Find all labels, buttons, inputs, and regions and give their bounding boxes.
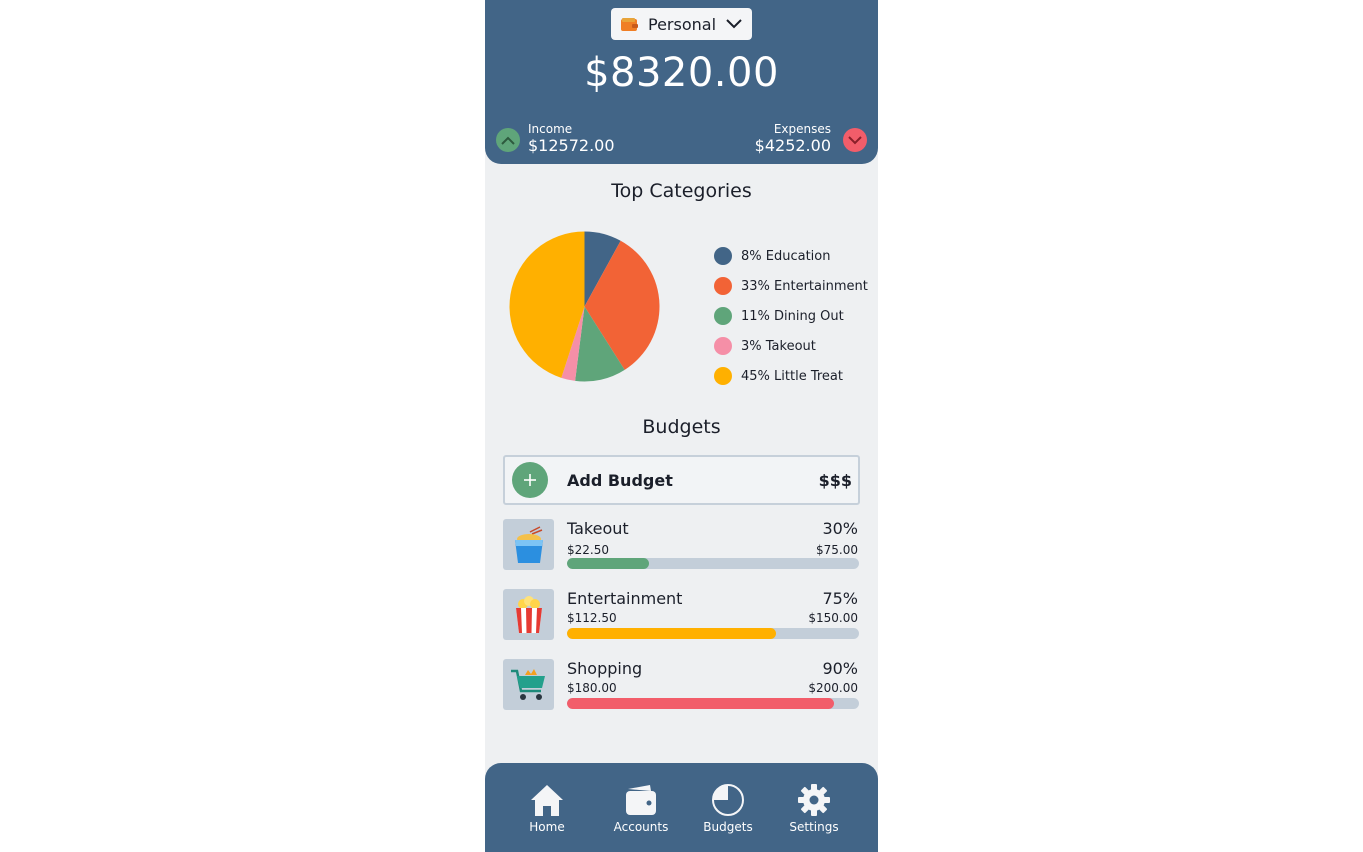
budget-spent: $22.50 (567, 543, 609, 557)
expenses-label: Expenses (773, 122, 831, 136)
budget-progress-bar (567, 698, 859, 709)
budget-progress-fill (567, 628, 776, 639)
budget-spent: $180.00 (567, 681, 617, 695)
nav-item-settings[interactable]: Settings (774, 783, 854, 834)
expenses-arrow-down-icon (843, 128, 867, 152)
shopping-cart-icon (503, 659, 554, 710)
income-arrow-up-icon (496, 128, 520, 152)
app-screen: Personal $8320.00 Income $12572.00 Expen… (485, 0, 878, 852)
budget-percent: 90% (822, 659, 858, 678)
budget-total: $150.00 (808, 611, 858, 625)
budget-name: Entertainment (567, 589, 683, 608)
noodle-box-icon (503, 519, 554, 570)
legend-item: 3% Takeout (714, 331, 868, 361)
account-name: Personal (648, 14, 717, 34)
budget-spent: $112.50 (567, 611, 617, 625)
nav-item-accounts[interactable]: Accounts (601, 783, 681, 834)
legend-label: 33% Entertainment (741, 278, 868, 294)
budget-total: $200.00 (808, 681, 858, 695)
balance-header: Personal $8320.00 Income $12572.00 Expen… (485, 0, 878, 164)
income-summary: Income $12572.00 (528, 122, 615, 156)
nav-label: Settings (789, 820, 839, 834)
legend-color-dot (714, 337, 732, 355)
legend-item: 8% Education (714, 241, 868, 271)
nav-label: Home (529, 820, 565, 834)
legend-item: 45% Little Treat (714, 361, 868, 391)
nav-label: Accounts (613, 820, 669, 834)
budget-total: $75.00 (816, 543, 858, 557)
wallet-icon (621, 17, 638, 31)
wallet-icon (626, 785, 656, 815)
legend-label: 8% Education (741, 248, 831, 264)
total-balance: $8320.00 (584, 50, 779, 96)
top-categories-title: Top Categories (611, 180, 752, 202)
budget-name: Shopping (567, 659, 643, 678)
income-label: Income (528, 122, 573, 136)
category-legend: 8% Education 33% Entertainment 11% Dining … (714, 241, 868, 391)
popcorn-icon (503, 589, 554, 640)
budgets-title: Budgets (642, 416, 721, 438)
budget-name: Takeout (567, 519, 629, 538)
legend-color-dot (714, 367, 732, 385)
category-pie-chart (509, 231, 660, 382)
budget-progress-bar (567, 558, 859, 569)
legend-color-dot (714, 247, 732, 265)
budget-percent: 75% (822, 589, 858, 608)
legend-item: 33% Entertainment (714, 271, 868, 301)
budget-item-entertainment[interactable]: Entertainment 75% $112.50 $150.00 (503, 589, 860, 641)
budget-progress-fill (567, 558, 649, 569)
gear-icon (798, 784, 830, 816)
expenses-summary: Expenses $4252.00 (755, 122, 831, 156)
nav-label: Budgets (703, 820, 753, 834)
add-budget-label: Add Budget (567, 470, 673, 490)
legend-color-dot (714, 277, 732, 295)
budget-item-takeout[interactable]: Takeout 30% $22.50 $75.00 (503, 519, 860, 571)
plus-icon (512, 462, 548, 498)
add-budget-button[interactable]: Add Budget $$$ (503, 455, 860, 505)
nav-item-home[interactable]: Home (507, 783, 587, 834)
pie-chart-icon (712, 784, 744, 816)
bottom-navigation: Home Accounts Budgets Settings (485, 763, 878, 852)
chevron-down-icon (726, 19, 742, 29)
budget-item-shopping[interactable]: Shopping 90% $180.00 $200.00 (503, 659, 860, 711)
legend-label: 3% Takeout (741, 338, 816, 354)
add-budget-amount: $$$ (818, 470, 852, 490)
legend-label: 45% Little Treat (741, 368, 843, 384)
account-selector[interactable]: Personal (611, 8, 752, 40)
home-icon (531, 785, 563, 816)
legend-item: 11% Dining Out (714, 301, 868, 331)
budget-progress-bar (567, 628, 859, 639)
nav-item-budgets[interactable]: Budgets (688, 783, 768, 834)
legend-label: 11% Dining Out (741, 308, 844, 324)
expenses-amount: $4252.00 (754, 136, 831, 155)
income-amount: $12572.00 (528, 136, 615, 155)
legend-color-dot (714, 307, 732, 325)
budget-percent: 30% (822, 519, 858, 538)
budget-progress-fill (567, 698, 835, 709)
